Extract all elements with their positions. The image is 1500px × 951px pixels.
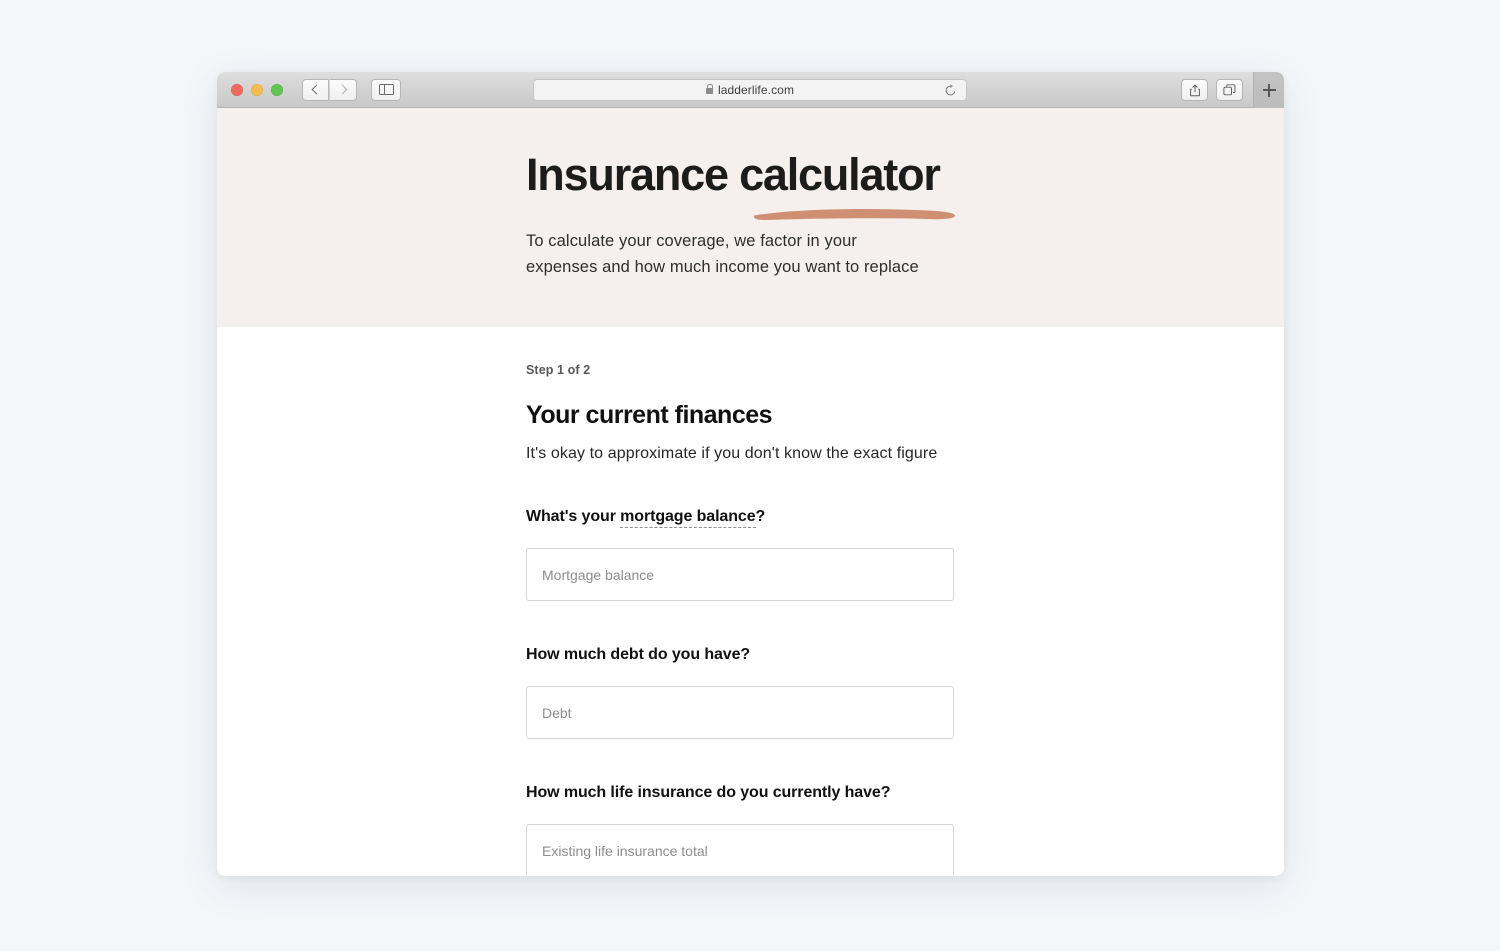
back-button[interactable] xyxy=(302,78,329,101)
toolbar-actions xyxy=(1181,79,1243,101)
window-controls xyxy=(231,83,283,96)
new-tab-button[interactable] xyxy=(1253,72,1284,108)
hero-subtitle-line-2: expenses and how much income you want to… xyxy=(526,257,919,276)
field-mortgage-balance: What's your mortgage balance? xyxy=(526,508,1284,601)
field-label-debt: How much debt do you have? xyxy=(526,646,751,663)
forward-button[interactable] xyxy=(330,78,357,101)
browser-window: ladderlife.com Insurance calculator To c… xyxy=(217,72,1284,876)
maximize-window-button[interactable] xyxy=(271,83,283,96)
chevron-left-icon xyxy=(311,84,322,95)
lock-icon xyxy=(705,83,714,94)
chevron-right-icon xyxy=(337,84,347,95)
calculator-form: Step 1 of 2 Your current finances It's o… xyxy=(217,327,1284,875)
debt-input[interactable] xyxy=(526,686,954,739)
reload-icon[interactable] xyxy=(944,84,957,97)
show-tabs-button[interactable] xyxy=(1216,79,1243,101)
url-text: ladderlife.com xyxy=(717,83,795,97)
plus-icon xyxy=(1262,83,1276,97)
title-underline-brushstroke xyxy=(753,208,956,221)
label-prefix: What's your xyxy=(526,508,621,525)
hero-subtitle: To calculate your coverage, we factor in… xyxy=(526,228,1284,280)
form-heading: Your current finances xyxy=(526,401,773,429)
page-content: Insurance calculator To calculate your c… xyxy=(217,108,1284,875)
form-subheading: It's okay to approximate if you don't kn… xyxy=(526,445,938,462)
field-label-mortgage-balance: What's your mortgage balance? xyxy=(526,508,765,528)
hero-subtitle-line-1: To calculate your coverage, we factor in… xyxy=(526,231,857,250)
field-existing-life-insurance: How much life insurance do you currently… xyxy=(526,784,1284,875)
mortgage-balance-definition-hint[interactable]: mortgage balance xyxy=(620,508,756,528)
page-title: Insurance calculator xyxy=(526,149,956,221)
sidebar-toggle-button[interactable] xyxy=(371,78,401,101)
page-title-text: Insurance calculator xyxy=(526,149,941,200)
close-window-button[interactable] xyxy=(231,83,243,96)
browser-toolbar: ladderlife.com xyxy=(217,72,1284,108)
hero-section: Insurance calculator To calculate your c… xyxy=(217,108,1284,327)
show-tabs-icon xyxy=(1223,84,1236,96)
field-debt: How much debt do you have? xyxy=(526,646,1284,739)
existing-life-insurance-input[interactable] xyxy=(526,824,954,875)
navigation-buttons xyxy=(302,78,357,101)
sidebar-toggle-icon xyxy=(378,83,394,96)
label-suffix: ? xyxy=(755,508,766,525)
field-label-existing-life-insurance: How much life insurance do you currently… xyxy=(526,784,891,801)
minimize-window-button[interactable] xyxy=(251,83,263,96)
share-button[interactable] xyxy=(1181,79,1208,101)
share-icon xyxy=(1189,84,1200,96)
address-bar[interactable]: ladderlife.com xyxy=(533,79,967,101)
mortgage-balance-input[interactable] xyxy=(526,548,954,601)
step-indicator: Step 1 of 2 xyxy=(526,363,591,377)
